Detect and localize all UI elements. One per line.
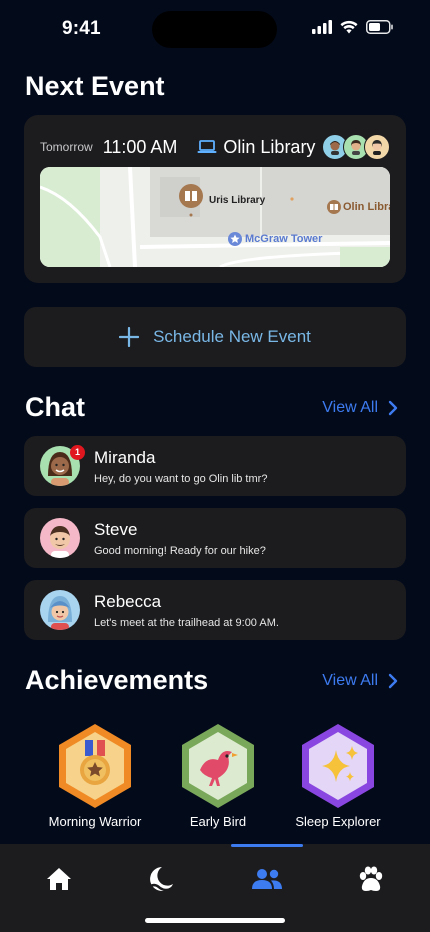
chat-message: Let's meet at the trailhead at 9:00 AM. — [94, 617, 279, 629]
chat-title: Chat — [25, 392, 85, 422]
achievement-sleep-explorer[interactable]: Sleep Explorer — [268, 722, 408, 829]
chat-name: Miranda — [94, 448, 156, 467]
dynamic-island — [152, 11, 277, 48]
people-icon — [252, 869, 282, 889]
map-label-olin: Olin Libra — [343, 201, 390, 213]
achievements-view-all-link[interactable]: View All — [322, 672, 398, 690]
map-label-mcgraw: McGraw Tower — [245, 233, 323, 245]
achievement-early-bird[interactable]: Early Bird — [148, 722, 288, 829]
chevron-right-icon — [388, 673, 398, 689]
chat-item-miranda[interactable]: 1 Miranda Hey, do you want to go Olin li… — [24, 436, 406, 496]
moon-icon — [147, 867, 173, 892]
chat-view-all-link[interactable]: View All — [322, 399, 398, 417]
attendee-avatar — [364, 134, 390, 160]
event-place: Olin Library — [197, 137, 315, 158]
event-time: 11:00 AM — [102, 136, 178, 157]
achievement-label: Early Bird — [189, 814, 247, 829]
tab-home[interactable] — [39, 862, 79, 896]
chat-message: Good morning! Ready for our hike? — [94, 545, 266, 557]
chat-item-rebecca[interactable]: Rebecca Let's meet at the trailhead at 9… — [24, 580, 406, 640]
achievements-title: Achievements — [25, 665, 209, 695]
achievement-label: Sleep Explorer — [295, 814, 381, 829]
achievements-view-all-label: View All — [322, 672, 378, 689]
signal-icon — [312, 20, 332, 34]
status-time: 9:41 — [62, 18, 101, 39]
tab-sleep[interactable] — [140, 862, 180, 896]
tab-active-indicator — [231, 844, 303, 847]
paw-icon — [359, 866, 383, 891]
event-map[interactable]: Uris Library Olin Libra McGraw Tower — [40, 167, 390, 267]
event-place-label: Olin Library — [223, 136, 316, 157]
next-event-card[interactable]: Tomorrow 11:00 AM Olin Library Uris Libr… — [24, 115, 406, 283]
status-icons — [312, 20, 394, 34]
chat-message: Hey, do you want to go Olin lib tmr? — [94, 473, 268, 485]
tab-friends[interactable] — [247, 862, 287, 896]
wifi-icon — [340, 20, 358, 34]
battery-icon — [366, 20, 393, 34]
achievement-morning-warrior[interactable]: Morning Warrior — [25, 722, 165, 829]
map-graphic — [40, 167, 390, 267]
next-event-title: Next Event — [25, 71, 165, 101]
home-icon — [47, 868, 71, 890]
laptop-icon — [197, 140, 217, 153]
chat-name: Steve — [94, 520, 138, 539]
chat-item-steve[interactable]: Steve Good morning! Ready for our hike? — [24, 508, 406, 568]
chat-view-all-label: View All — [322, 399, 378, 416]
schedule-label: Schedule New Event — [153, 327, 311, 346]
home-indicator — [145, 918, 285, 923]
attendee-avatars[interactable] — [322, 134, 390, 160]
chat-name: Rebecca — [94, 592, 162, 611]
event-info-row: Tomorrow 11:00 AM Olin Library — [40, 134, 390, 160]
tab-pets[interactable] — [351, 862, 391, 896]
map-label-uris: Uris Library — [209, 195, 266, 206]
bird-icon — [182, 724, 254, 808]
avatar — [40, 590, 80, 630]
sparkles-icon — [302, 724, 374, 808]
plus-icon — [119, 327, 140, 347]
unread-badge: 1 — [70, 445, 85, 460]
schedule-new-event-button[interactable]: Schedule New Event — [24, 307, 406, 367]
achievement-label: Morning Warrior — [48, 814, 142, 829]
status-bar: 9:41 — [0, 0, 430, 56]
event-day: Tomorrow — [40, 140, 93, 154]
avatar — [40, 518, 80, 558]
tab-bar — [0, 844, 430, 932]
chevron-right-icon — [388, 400, 398, 416]
medal-icon — [59, 724, 131, 808]
